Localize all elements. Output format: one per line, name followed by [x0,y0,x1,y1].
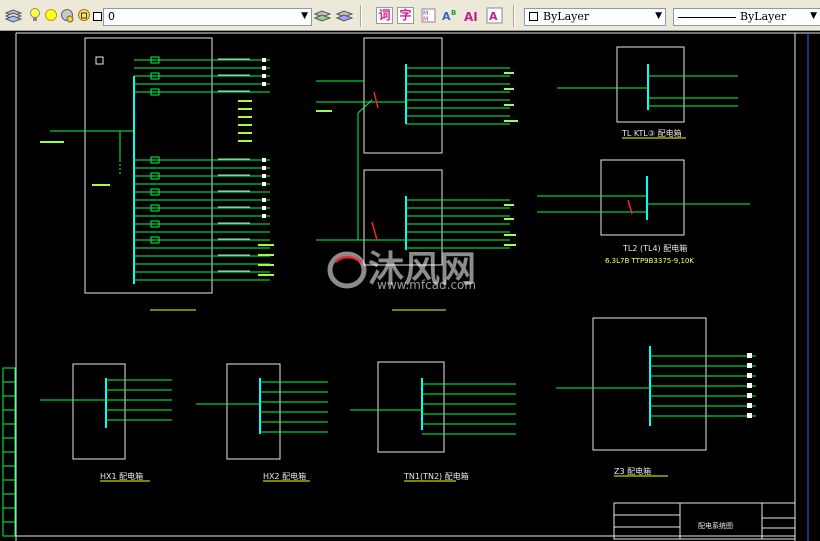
toolbar-separator [513,5,515,27]
layer-value: 0 [108,10,115,23]
watermark-url: www.mfcad.com [377,278,476,292]
chevron-down-icon[interactable]: ▼ [810,11,817,21]
freeze-icon[interactable] [60,7,74,24]
linetype-select[interactable]: ByLayer ▼ [673,8,820,26]
color-swatch-icon [529,12,538,21]
table-style-icon[interactable]: A B [442,7,459,24]
tn1-panel: TN1(TN2) 配电箱 [350,361,516,482]
hx1-panel: HX1 配电箱 [40,363,172,482]
drawing-title: 配电系统图 [698,521,733,530]
layer-previous-icon[interactable] [314,7,331,24]
watermark: 沐风网 www.mfcad.com [327,249,476,292]
svg-text:A: A [442,10,451,23]
color-select[interactable]: ByLayer ▼ [524,8,666,26]
toolbar-separator [360,5,362,27]
svg-text:A: A [489,10,498,23]
main-distribution-panel [40,37,274,311]
hx2-caption: HX2 配电箱 [263,471,306,481]
svg-text:B: B [451,9,456,17]
drawing-canvas[interactable]: TL KTL③ 配电箱 TL2 (TL4) 配电箱 6.3L7B TTP9B33… [0,31,820,541]
svg-text:M: M [423,16,428,23]
text-edit-icon[interactable]: A [486,7,503,24]
tl2-panel: TL2 (TL4) 配电箱 6.3L7B TTP9B3375-9,10K [537,159,750,265]
svg-text:AI: AI [464,10,478,24]
sun-icon[interactable] [44,7,58,24]
lock-icon[interactable] [77,7,91,24]
chevron-down-icon[interactable]: ▼ [301,11,308,21]
bulb-icon[interactable] [29,7,41,24]
ai-icon[interactable]: AI [464,7,481,24]
tl-kt4-caption: TL2 (TL4) 配电箱 [622,243,687,253]
linetype-sample-icon [678,17,736,18]
color-value: ByLayer [543,10,590,23]
z3-panel: Z3 配电箱 [556,317,756,477]
color-square-icon [93,12,102,21]
linetype-value: ByLayer [740,10,787,23]
tl-kt3-caption: TL KTL③ 配电箱 [621,128,682,138]
watermark-logo-icon [327,251,367,289]
center-panel-upper [316,37,518,240]
text-style-word-button[interactable]: 词 [376,7,393,24]
z3-caption: Z3 配电箱 [614,466,651,476]
make-current-icon[interactable] [336,7,353,24]
title-block [613,502,796,540]
left-legend-strip [2,367,16,537]
tn1-caption: TN1(TN2) 配电箱 [403,471,469,481]
layer-select[interactable]: 0 ▼ [93,8,312,26]
hx1-caption: HX1 配电箱 [100,471,143,481]
tl-kt4-subcaption: 6.3L7B TTP9B3375-9,10K [605,257,694,265]
dim-style-icon[interactable]: MM [420,7,437,24]
chevron-down-icon[interactable]: ▼ [655,11,662,21]
text-style-char-button[interactable]: 字 [397,7,414,24]
hx2-panel: HX2 配电箱 [196,363,328,482]
tl-ktl3-panel: TL KTL③ 配电箱 [557,46,738,139]
layer-properties-icon[interactable] [5,7,22,24]
cad-toolbar: 0 ▼ 词 字 MM A B AI A ByLayer ▼ ByLayer ▼ [0,0,820,31]
